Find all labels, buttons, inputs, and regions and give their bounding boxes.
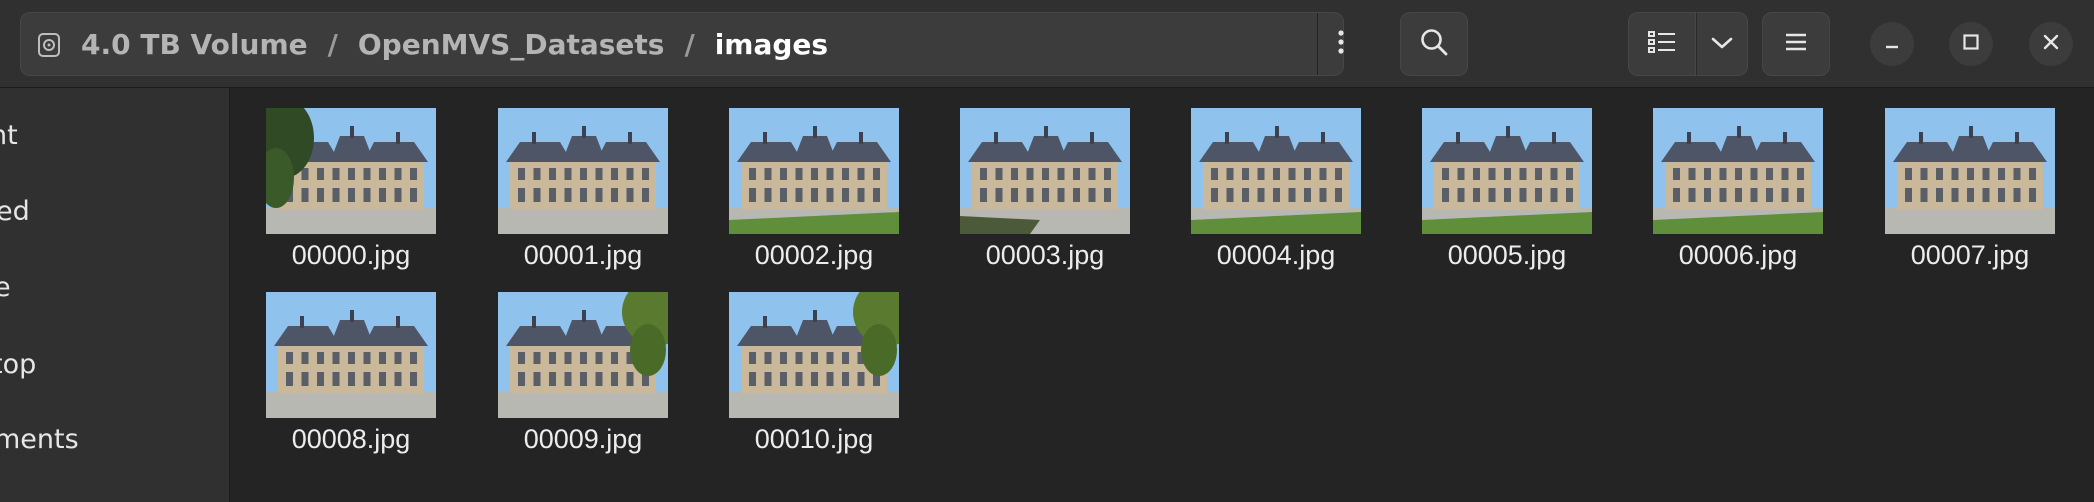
sidebar-item-documents[interactable]: ments	[0, 419, 224, 459]
view-options-dropdown[interactable]	[1696, 12, 1748, 76]
breadcrumb-item-volume[interactable]: 4.0 TB Volume	[81, 28, 308, 61]
file-name: 00009.jpg	[523, 424, 643, 454]
file-name: 00004.jpg	[1216, 240, 1336, 270]
search-icon	[1419, 27, 1449, 61]
file-manager-window: 4.0 TB Volume / OpenMVS_Datasets / image…	[0, 0, 2094, 502]
sidebar-item-label: top	[0, 348, 37, 380]
sidebar-item-recent[interactable]: nt	[0, 115, 220, 155]
image-thumbnail	[1653, 108, 1823, 234]
sidebar-item-starred[interactable]: ed	[0, 191, 226, 231]
breadcrumb-item-current[interactable]: images	[715, 28, 828, 61]
file-name: 00005.jpg	[1447, 240, 1567, 270]
sidebar-item-label: ed	[0, 195, 30, 227]
sidebar-item-label: e	[0, 272, 11, 303]
file-item[interactable]: 00004.jpg	[1156, 108, 1361, 270]
chevron-down-icon	[1711, 35, 1733, 54]
maximize-button[interactable]	[1949, 22, 1993, 66]
close-icon	[2042, 33, 2060, 55]
file-name: 00010.jpg	[754, 424, 874, 454]
image-thumbnail	[960, 108, 1130, 234]
file-item[interactable]: 00003.jpg	[925, 108, 1130, 270]
vertical-dots-icon	[1337, 29, 1345, 59]
file-item[interactable]: 00001.jpg	[463, 108, 668, 270]
file-name: 00003.jpg	[985, 240, 1105, 270]
path-bar[interactable]: 4.0 TB Volume / OpenMVS_Datasets / image…	[20, 12, 1344, 76]
file-grid: 00000.jpg 00001.jpg 00002.jpg 00003.jpg 0000…	[231, 88, 2094, 502]
file-item[interactable]: 00000.jpg	[231, 108, 436, 270]
sidebar-item-label: nt	[0, 119, 18, 151]
minimize-icon	[1883, 33, 1901, 55]
sidebar-item-desktop[interactable]: top	[0, 344, 222, 384]
header-bar: 4.0 TB Volume / OpenMVS_Datasets / image…	[0, 0, 2094, 88]
file-name: 00000.jpg	[291, 240, 411, 270]
folder-menu-button[interactable]	[1318, 13, 1364, 75]
file-item[interactable]: 00005.jpg	[1387, 108, 1592, 270]
image-thumbnail	[1191, 108, 1361, 234]
file-item[interactable]: 00008.jpg	[231, 292, 436, 454]
file-name: 00006.jpg	[1678, 240, 1798, 270]
file-name: 00002.jpg	[754, 240, 874, 270]
list-view-icon	[1648, 30, 1676, 58]
file-name: 00008.jpg	[291, 424, 411, 454]
file-name: 00007.jpg	[1910, 240, 2030, 270]
image-thumbnail	[729, 292, 899, 418]
breadcrumb-item-datasets[interactable]: OpenMVS_Datasets	[358, 28, 665, 61]
search-button[interactable]	[1400, 12, 1468, 76]
close-button[interactable]	[2029, 22, 2073, 66]
file-item[interactable]: 00006.jpg	[1618, 108, 1823, 270]
image-thumbnail	[498, 292, 668, 418]
image-thumbnail	[266, 292, 436, 418]
file-item[interactable]: 00007.jpg	[1850, 108, 2055, 270]
image-thumbnail	[498, 108, 668, 234]
minimize-button[interactable]	[1870, 22, 1914, 66]
main-menu-button[interactable]	[1762, 12, 1830, 76]
hamburger-menu-icon	[1784, 32, 1808, 56]
drive-icon	[37, 33, 61, 57]
image-thumbnail	[266, 108, 436, 234]
breadcrumb-separator: /	[327, 27, 338, 61]
image-thumbnail	[1422, 108, 1592, 234]
image-thumbnail	[729, 108, 899, 234]
sidebar: nt ed e top ments	[0, 88, 230, 502]
sidebar-item-label: ments	[0, 423, 79, 455]
image-thumbnail	[1885, 108, 2055, 234]
file-item[interactable]: 00002.jpg	[694, 108, 899, 270]
maximize-icon	[1962, 33, 1980, 55]
breadcrumb: 4.0 TB Volume / OpenMVS_Datasets / image…	[81, 13, 828, 75]
file-name: 00001.jpg	[523, 240, 643, 270]
file-item[interactable]: 00009.jpg	[463, 292, 668, 454]
sidebar-item-home[interactable]: e	[0, 267, 224, 307]
list-view-button[interactable]	[1628, 12, 1696, 76]
file-item[interactable]: 00010.jpg	[694, 292, 899, 454]
breadcrumb-separator: /	[684, 27, 695, 61]
